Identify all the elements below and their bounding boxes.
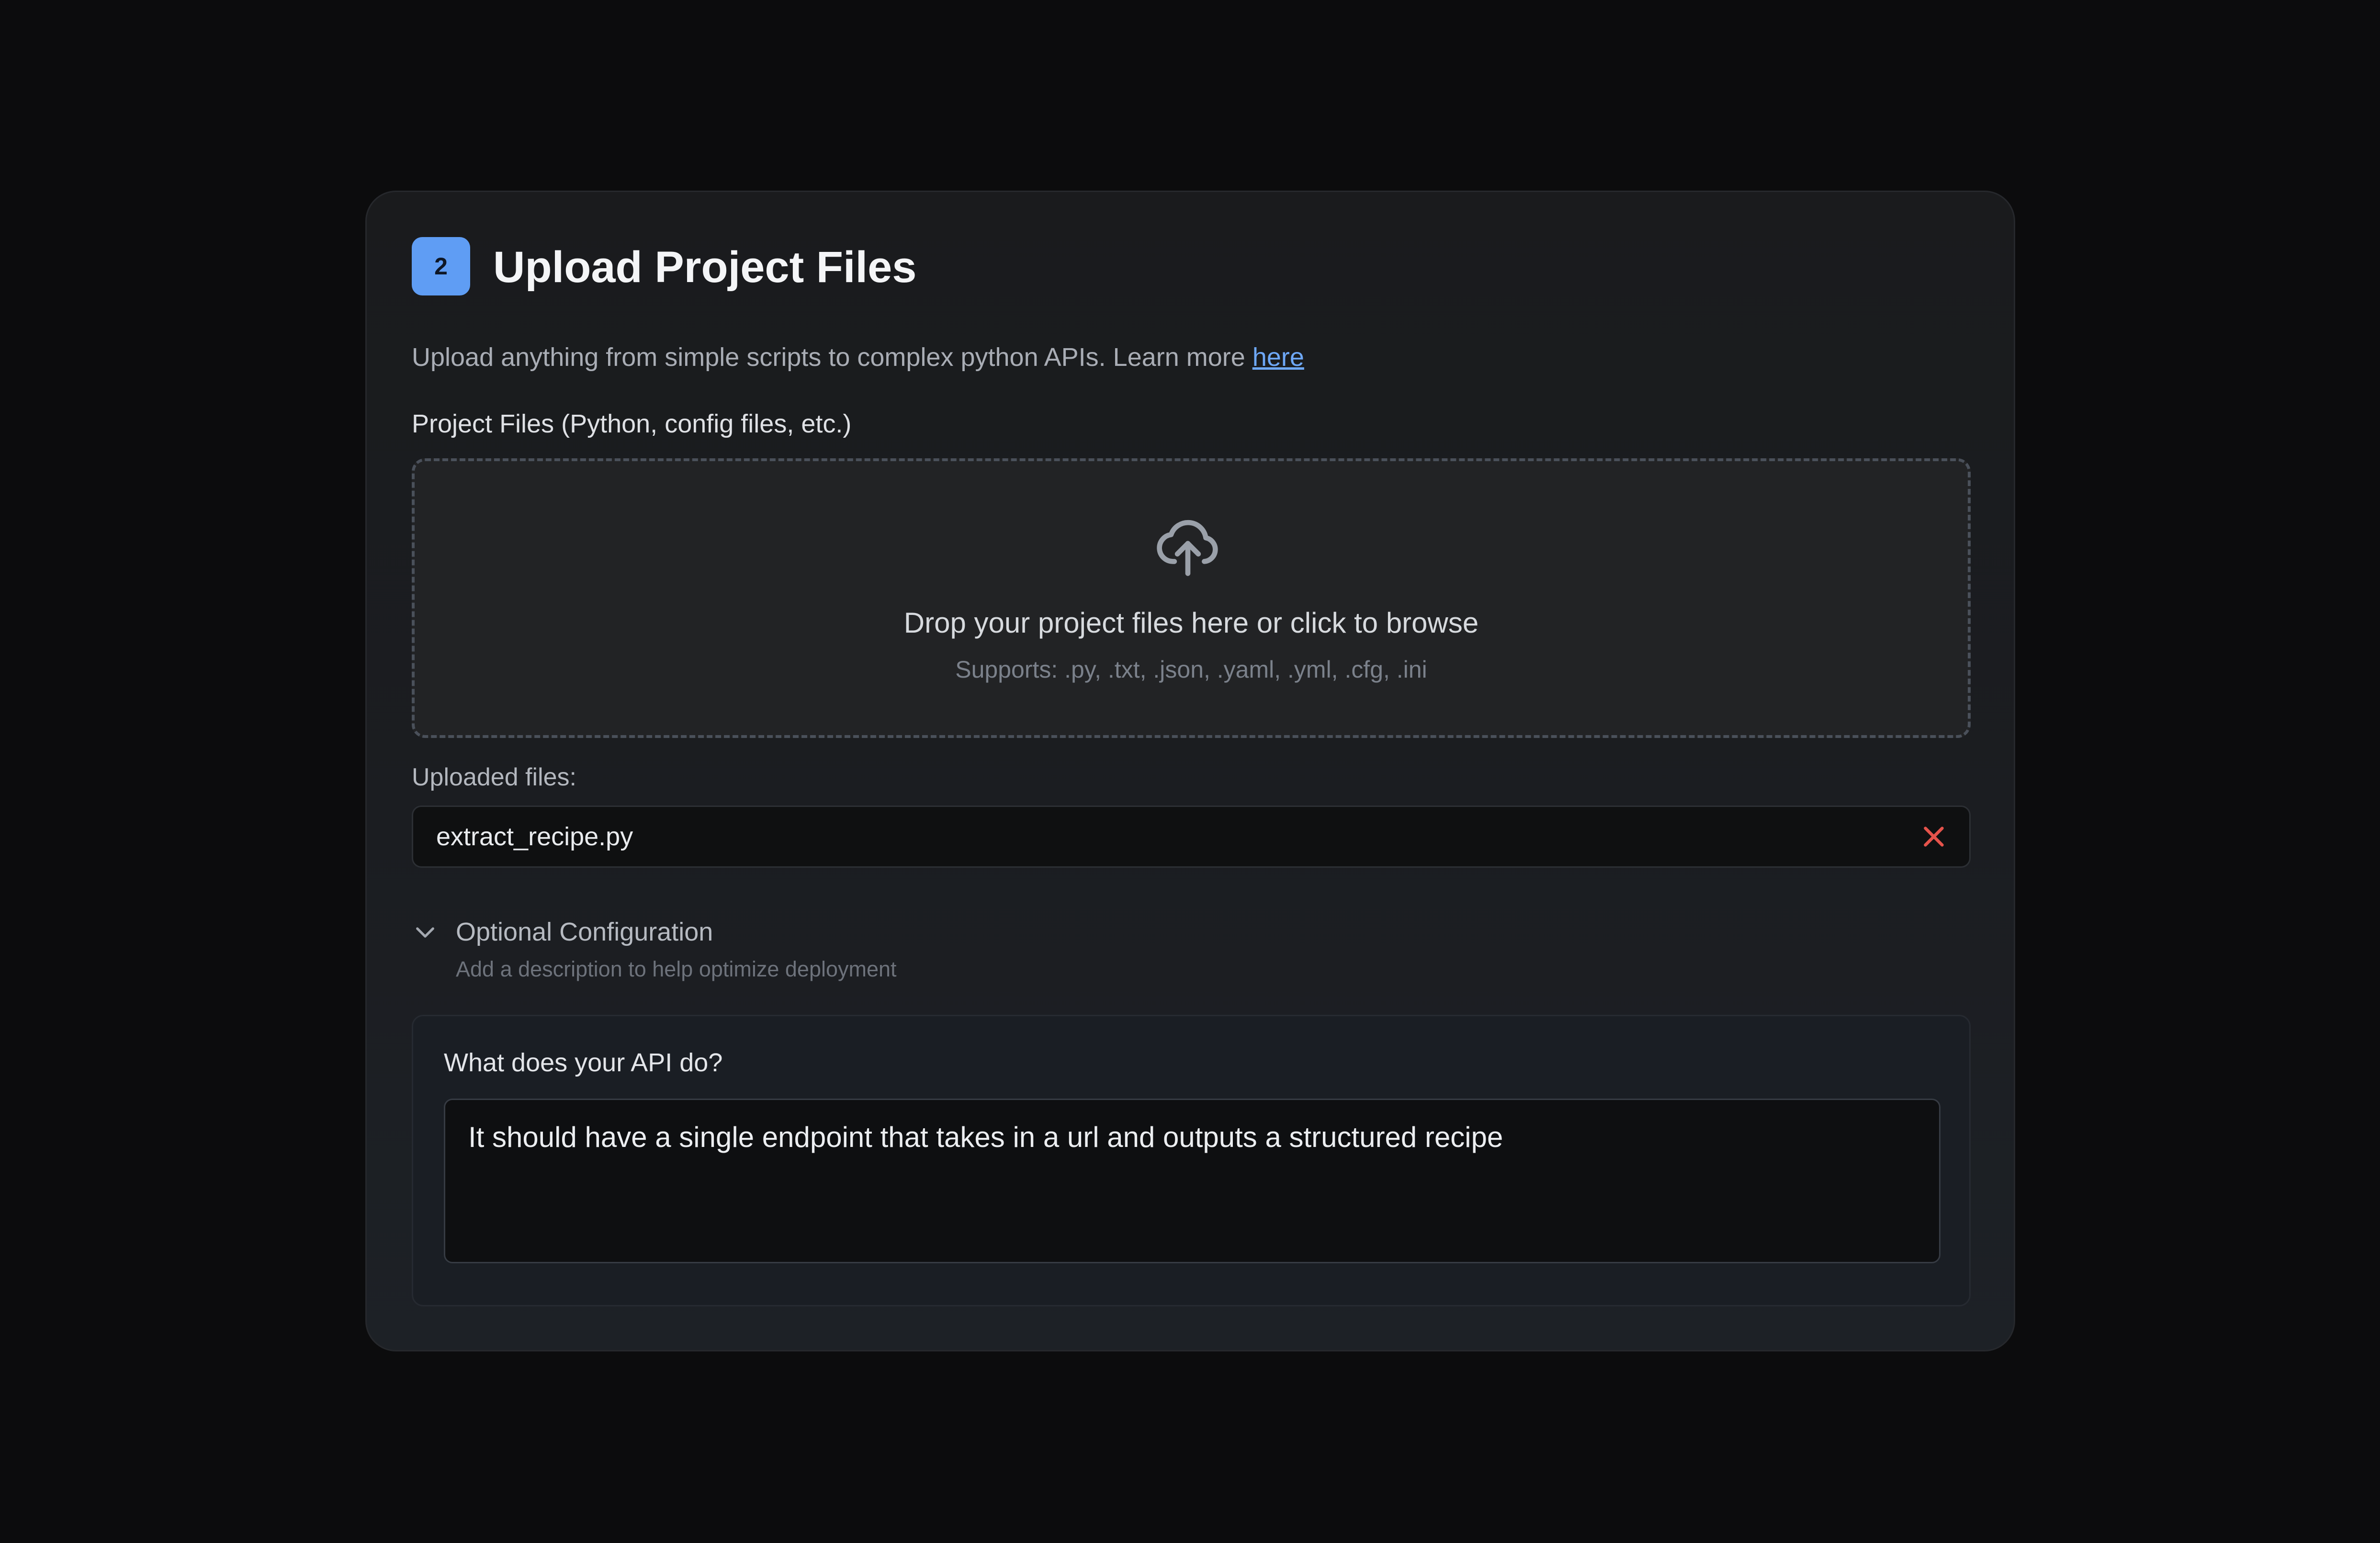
optional-configuration-toggle[interactable]: Optional Configuration (412, 910, 713, 953)
project-files-label: Project Files (Python, config files, etc… (412, 409, 852, 438)
optional-configuration-title: Optional Configuration (456, 918, 713, 946)
optional-configuration-panel: What does your API do? It should have a … (412, 1015, 1971, 1306)
upload-step-card: 2 Upload Project Files Upload anything f… (365, 191, 2015, 1351)
api-description-textarea[interactable]: It should have a single endpoint that ta… (444, 1099, 1940, 1263)
uploaded-file-row: extract_recipe.py (412, 806, 1971, 868)
optional-configuration-subtitle: Add a description to help optimize deplo… (456, 957, 897, 981)
file-dropzone[interactable]: Drop your project files here or click to… (412, 458, 1971, 738)
dropzone-supported-types: Supports: .py, .txt, .json, .yaml, .yml,… (955, 656, 1427, 683)
api-description-label: What does your API do? (444, 1048, 723, 1077)
uploaded-files-label: Uploaded files: (412, 763, 576, 791)
step-number-badge: 2 (412, 237, 470, 295)
dropzone-prompt: Drop your project files here or click to… (903, 607, 1479, 639)
uploaded-file-name: extract_recipe.py (436, 822, 633, 851)
chevron-down-icon (416, 927, 434, 938)
learn-more-link[interactable]: here (1252, 343, 1304, 372)
page-title: Upload Project Files (493, 243, 917, 292)
intro-text-body: Upload anything from simple scripts to c… (412, 343, 1252, 372)
intro-text: Upload anything from simple scripts to c… (412, 340, 1304, 374)
cloud-upload-icon (1157, 520, 1218, 576)
remove-file-icon[interactable] (1919, 822, 1948, 851)
